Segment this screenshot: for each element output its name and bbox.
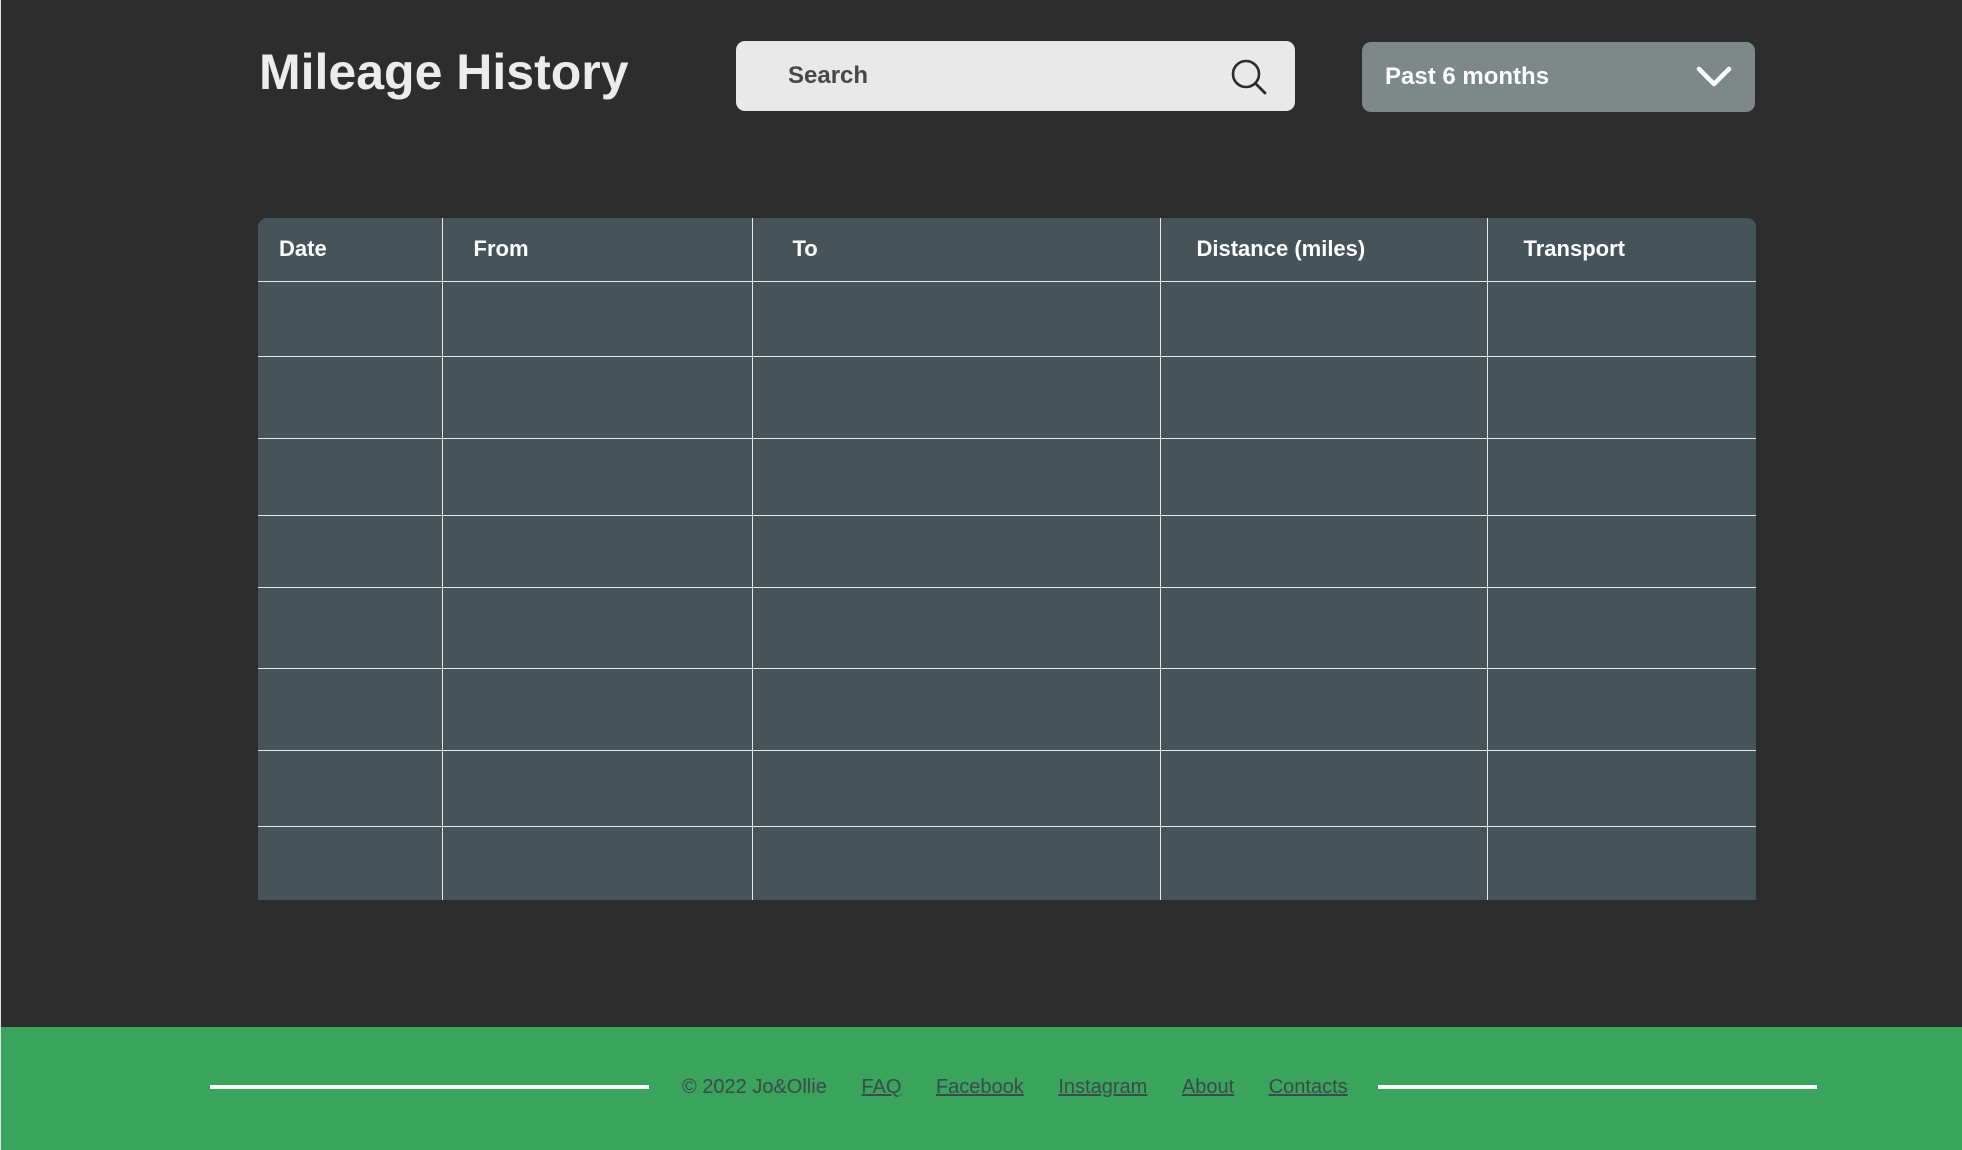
- table-cell-to: [751, 356, 1160, 439]
- table-cell-distance: [1159, 515, 1487, 588]
- table-row: [258, 826, 1756, 900]
- table-cell-date: [258, 356, 442, 439]
- footer-link-about[interactable]: About: [1182, 1072, 1234, 1102]
- period-select[interactable]: Past 6 months: [1362, 42, 1755, 112]
- table-cell-from: [441, 826, 752, 900]
- table-cell-transport: [1486, 826, 1756, 900]
- table-cell-to: [751, 826, 1160, 900]
- page-frame: Mileage History Past 6 months Date: [0, 0, 1962, 1150]
- mileage-table: Date From To Distance (miles) Transport: [258, 218, 1756, 900]
- table-header-row: Date From To Distance (miles) Transport: [258, 218, 1756, 282]
- table-row: [258, 356, 1756, 439]
- column-header-to[interactable]: To: [751, 218, 1160, 282]
- table-cell-distance: [1159, 668, 1487, 751]
- table-cell-date: [258, 438, 442, 516]
- table-cell-from: [441, 515, 752, 588]
- table-body: [258, 281, 1756, 900]
- table-cell-transport: [1486, 750, 1756, 827]
- table-cell-distance: [1159, 438, 1487, 516]
- search-input[interactable]: [788, 41, 1208, 111]
- table-row: [258, 668, 1756, 751]
- footer-divider-left: [210, 1085, 649, 1089]
- search-box[interactable]: [736, 41, 1295, 111]
- column-header-distance[interactable]: Distance (miles): [1159, 218, 1487, 282]
- table-cell-date: [258, 281, 442, 357]
- table-cell-distance: [1159, 587, 1487, 669]
- footer-link-facebook[interactable]: Facebook: [936, 1072, 1024, 1102]
- table-row: [258, 281, 1756, 357]
- table-cell-to: [751, 668, 1160, 751]
- table-cell-date: [258, 750, 442, 827]
- mileage-table-container: Date From To Distance (miles) Transport: [258, 218, 1756, 900]
- table-cell-to: [751, 587, 1160, 669]
- footer-link-contacts[interactable]: Contacts: [1269, 1072, 1348, 1102]
- table-cell-date: [258, 826, 442, 900]
- table-row: [258, 515, 1756, 588]
- footer-link-instagram[interactable]: Instagram: [1058, 1072, 1147, 1102]
- table-cell-transport: [1486, 281, 1756, 357]
- table-cell-date: [258, 668, 442, 751]
- table-cell-to: [751, 750, 1160, 827]
- footer-divider-right: [1378, 1085, 1817, 1089]
- table-cell-from: [441, 438, 752, 516]
- page-title: Mileage History: [259, 44, 629, 100]
- table-header: Date From To Distance (miles) Transport: [258, 218, 1756, 282]
- table-cell-distance: [1159, 356, 1487, 439]
- table-cell-from: [441, 281, 752, 357]
- table-row: [258, 587, 1756, 669]
- table-row: [258, 438, 1756, 516]
- table-cell-from: [441, 587, 752, 669]
- table-cell-distance: [1159, 826, 1487, 900]
- period-select-label: Past 6 months: [1385, 63, 1550, 90]
- column-header-date[interactable]: Date: [258, 218, 442, 282]
- table-cell-transport: [1486, 668, 1756, 751]
- table-cell-from: [441, 750, 752, 827]
- search-icon[interactable]: [1230, 58, 1268, 96]
- table-cell-transport: [1486, 515, 1756, 588]
- table-cell-to: [751, 281, 1160, 357]
- table-cell-transport: [1486, 438, 1756, 516]
- footer-content: © 2022 Jo&Ollie FAQ Facebook Instagram A…: [682, 1072, 1348, 1102]
- table-cell-from: [441, 668, 752, 751]
- column-header-transport[interactable]: Transport: [1486, 218, 1756, 282]
- table-cell-to: [751, 438, 1160, 516]
- table-cell-date: [258, 515, 442, 588]
- table-cell-date: [258, 587, 442, 669]
- chevron-down-icon[interactable]: [1696, 64, 1732, 90]
- table-cell-distance: [1159, 281, 1487, 357]
- table-cell-transport: [1486, 587, 1756, 669]
- footer-link-faq[interactable]: FAQ: [861, 1072, 901, 1102]
- table-cell-to: [751, 515, 1160, 588]
- column-header-from[interactable]: From: [441, 218, 752, 282]
- footer: © 2022 Jo&Ollie FAQ Facebook Instagram A…: [1, 1027, 1962, 1150]
- table-cell-distance: [1159, 750, 1487, 827]
- table-cell-from: [441, 356, 752, 439]
- footer-copyright: © 2022 Jo&Ollie: [682, 1076, 827, 1098]
- table-cell-transport: [1486, 356, 1756, 439]
- table-row: [258, 750, 1756, 827]
